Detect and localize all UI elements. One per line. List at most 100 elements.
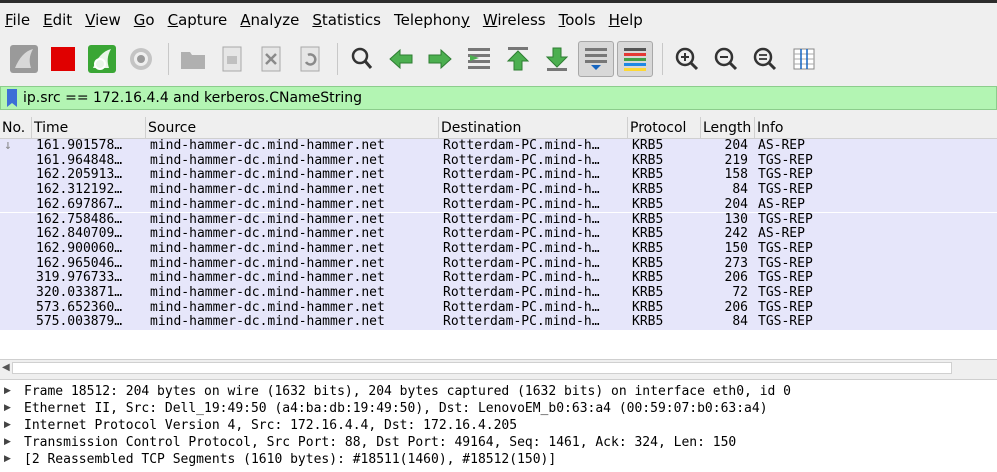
close-file-icon: [261, 46, 281, 72]
expand-arrow-icon[interactable]: ▶: [4, 451, 11, 468]
find-packet-button[interactable]: [344, 41, 380, 77]
cell-source: mind-hammer-dc.mind-hammer.net: [150, 152, 385, 168]
menu-wireless[interactable]: Wireless: [478, 5, 554, 35]
go-back-button[interactable]: [383, 41, 419, 77]
column-header-time[interactable]: Time: [32, 117, 146, 139]
column-header-source[interactable]: Source: [146, 117, 439, 139]
scroll-left-icon[interactable]: ◀: [2, 362, 10, 373]
table-row[interactable]: 573.652360… mind-hammer-dc.mind-hammer.ne…: [0, 299, 997, 316]
normal-size-button[interactable]: [747, 41, 783, 77]
menu-file[interactable]: File: [0, 5, 38, 35]
cell-source: mind-hammer-dc.mind-hammer.net: [150, 240, 385, 256]
detail-tree-label: [2 Reassembled TCP Segments (1610 bytes)…: [24, 452, 557, 467]
cell-time: 162.840709…: [36, 226, 123, 242]
menu-edit[interactable]: Edit: [38, 5, 80, 35]
cell-source: mind-hammer-dc.mind-hammer.net: [150, 196, 385, 212]
toolbar-separator: [337, 43, 338, 75]
expand-arrow-icon[interactable]: ▶: [4, 417, 11, 434]
menu-go[interactable]: Go: [129, 5, 163, 35]
capture-options-icon: [130, 48, 152, 70]
go-forward-icon: [428, 48, 452, 70]
toolbar-separator: [168, 43, 169, 75]
last-packet-button[interactable]: [539, 41, 575, 77]
table-row[interactable]: 161.964848… mind-hammer-dc.mind-hammer.ne…: [0, 152, 997, 169]
capture-options-button[interactable]: [123, 41, 159, 77]
first-packet-button[interactable]: [500, 41, 536, 77]
menu-analyze[interactable]: Analyze: [235, 5, 307, 35]
cell-length: 219: [724, 152, 748, 168]
go-to-packet-button[interactable]: [461, 41, 497, 77]
bookmark-icon[interactable]: [5, 88, 19, 108]
expand-arrow-icon[interactable]: ▶: [4, 383, 11, 400]
table-row[interactable]: 575.003879… mind-hammer-dc.mind-hammer.ne…: [0, 314, 997, 331]
open-file-icon: [181, 52, 205, 69]
zoom-out-button[interactable]: [708, 41, 744, 77]
cell-info: AS-REP: [758, 226, 805, 242]
menu-telephony[interactable]: Telephony: [389, 5, 478, 35]
table-row[interactable]: 319.976733… mind-hammer-dc.mind-hammer.ne…: [0, 271, 997, 286]
main-toolbar: [0, 36, 997, 82]
table-row[interactable]: 320.033871… mind-hammer-dc.mind-hammer.ne…: [0, 285, 997, 301]
cell-info: TGS-REP: [758, 240, 813, 256]
table-row[interactable]: 162.312192… mind-hammer-dc.mind-hammer.ne…: [0, 182, 997, 198]
table-row[interactable]: ↓ 161.901578… mind-hammer-dc.mind-hammer.n…: [0, 139, 997, 154]
colorize-button[interactable]: [617, 41, 653, 77]
menu-statistics[interactable]: Statistics: [307, 5, 389, 35]
cell-time: 162.758486…: [36, 211, 123, 227]
cell-time: 162.205913…: [36, 167, 123, 183]
start-capture-button[interactable]: [6, 41, 42, 77]
autoscroll-button[interactable]: [578, 41, 614, 77]
cell-destination: Rotterdam-PC.mind-h…: [443, 182, 600, 198]
cell-protocol: KRB5: [632, 167, 664, 183]
table-row[interactable]: 162.965046… mind-hammer-dc.mind-hammer.ne…: [0, 255, 997, 272]
expand-arrow-icon[interactable]: ▶: [4, 434, 11, 451]
column-header-length[interactable]: Length: [701, 117, 755, 139]
cell-info: TGS-REP: [758, 285, 813, 300]
table-row[interactable]: 162.900060… mind-hammer-dc.mind-hammer.ne…: [0, 240, 997, 257]
cell-time: 162.312192…: [36, 182, 123, 198]
table-row[interactable]: 162.758486… mind-hammer-dc.mind-hammer.ne…: [0, 211, 997, 228]
cell-protocol: KRB5: [632, 240, 664, 256]
close-file-button[interactable]: [253, 41, 289, 77]
reload-file-button[interactable]: [292, 41, 328, 77]
go-forward-button[interactable]: [422, 41, 458, 77]
column-header-destination[interactable]: Destination: [439, 117, 628, 139]
column-header-info[interactable]: Info: [755, 117, 997, 139]
open-file-button[interactable]: [175, 41, 211, 77]
cell-source: mind-hammer-dc.mind-hammer.net: [150, 314, 385, 330]
cell-time: 162.965046…: [36, 255, 123, 271]
display-filter-bar[interactable]: ip.src == 172.16.4.4 and kerberos.CNameS…: [0, 86, 997, 110]
cell-source: mind-hammer-dc.mind-hammer.net: [150, 285, 385, 300]
cell-destination: Rotterdam-PC.mind-h…: [443, 270, 600, 286]
zoom-in-button[interactable]: [669, 41, 705, 77]
packet-list[interactable]: ↓ 161.901578… mind-hammer-dc.mind-hammer.n…: [0, 139, 997, 359]
menu-tools[interactable]: Tools: [554, 5, 604, 35]
column-header-no[interactable]: No.: [0, 117, 32, 139]
cell-source: mind-hammer-dc.mind-hammer.net: [150, 167, 385, 183]
column-header-protocol[interactable]: Protocol: [628, 117, 701, 139]
table-row[interactable]: 162.205913… mind-hammer-dc.mind-hammer.ne…: [0, 167, 997, 184]
packet-details-tree[interactable]: ▶ Frame 18512: 204 bytes on wire (1632 bi…: [0, 379, 997, 472]
table-row[interactable]: 162.840709… mind-hammer-dc.mind-hammer.ne…: [0, 226, 997, 242]
cell-destination: Rotterdam-PC.mind-h…: [443, 226, 600, 242]
packet-list-horizontal-scrollbar[interactable]: ◀: [0, 359, 997, 377]
cell-time: 320.033871…: [36, 285, 123, 300]
menu-help[interactable]: Help: [604, 5, 651, 35]
cell-protocol: KRB5: [632, 152, 664, 168]
cell-time: 573.652360…: [36, 299, 123, 315]
table-row[interactable]: 162.697867… mind-hammer-dc.mind-hammer.ne…: [0, 196, 997, 213]
menu-view[interactable]: View: [80, 5, 129, 35]
cell-protocol: KRB5: [632, 299, 664, 315]
resize-columns-button[interactable]: [786, 41, 822, 77]
display-filter-input[interactable]: ip.src == 172.16.4.4 and kerberos.CNameS…: [23, 90, 362, 106]
scrollbar-thumb[interactable]: [12, 362, 952, 374]
expand-arrow-icon[interactable]: ▶: [4, 400, 11, 417]
detail-tree-label: Transmission Control Protocol, Src Port:…: [24, 435, 737, 450]
menu-capture[interactable]: Capture: [163, 5, 236, 35]
detail-tree-label: Frame 18512: 204 bytes on wire (1632 bit…: [24, 384, 792, 399]
cell-length: 84: [732, 314, 748, 330]
stop-capture-button[interactable]: [45, 41, 81, 77]
conversation-start-icon: ↓: [4, 139, 12, 153]
restart-capture-button[interactable]: [84, 41, 120, 77]
save-file-button[interactable]: [214, 41, 250, 77]
